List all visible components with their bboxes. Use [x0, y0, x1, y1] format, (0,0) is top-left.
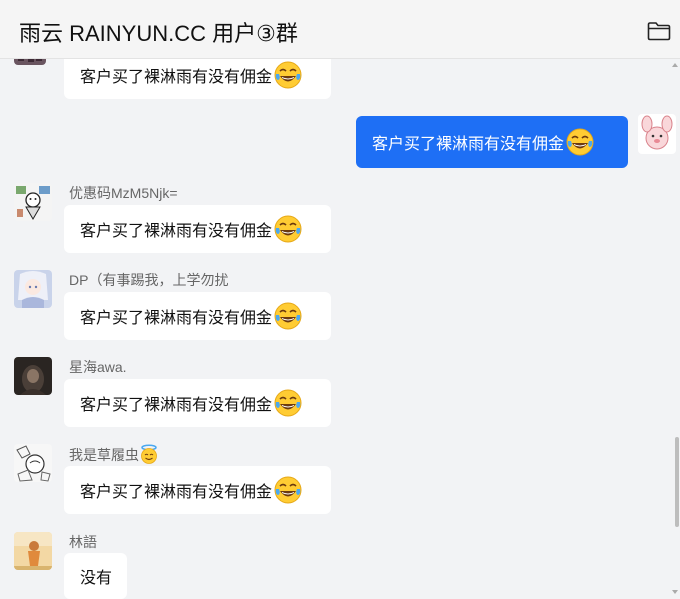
message-bubble[interactable]: 没有 [64, 553, 127, 599]
sender-name: DP（有事踢我，上学勿扰 [69, 272, 229, 288]
message-text: 客户买了裸淋雨有没有佣金 [372, 136, 565, 153]
face-with-tears-of-joy-icon [274, 215, 302, 243]
message-text: 客户买了裸淋雨有没有佣金 [80, 397, 273, 414]
message-text: 客户买了裸淋雨有没有佣金 [80, 310, 273, 327]
scroll-down-arrow[interactable] [672, 590, 678, 594]
avatar[interactable] [14, 270, 52, 308]
smiling-face-with-halo-icon [141, 444, 157, 464]
group-title: 雨云 RAINYUN.CC 用户③群 [19, 21, 298, 46]
message-bubble[interactable]: 客户买了裸淋雨有没有佣金 [64, 59, 331, 99]
avatar[interactable] [14, 183, 52, 221]
message-bubble[interactable]: 客户买了裸淋雨有没有佣金 [64, 292, 331, 340]
sender-name: 星海awa. [69, 359, 127, 375]
scrollbar-thumb[interactable] [675, 437, 679, 527]
sender-name: 优惠码MzM5Njk= [69, 185, 178, 201]
avatar[interactable] [14, 59, 46, 65]
face-with-tears-of-joy-icon [274, 476, 302, 504]
sender-name: 我是草履虫 [69, 444, 159, 465]
message-text: 客户买了裸淋雨有没有佣金 [80, 223, 273, 240]
sender-name: 林語 [69, 534, 97, 550]
message-text: 客户买了裸淋雨有没有佣金 [80, 69, 273, 86]
avatar[interactable] [14, 357, 52, 395]
self-avatar[interactable] [638, 114, 676, 154]
folder-icon[interactable] [647, 21, 671, 41]
message-list[interactable]: 客户买了裸淋雨有没有佣金 客户买了裸淋雨有没有佣金 优惠码MzM5Njk= 客户… [0, 59, 680, 599]
message-bubble[interactable]: 客户买了裸淋雨有没有佣金 [64, 205, 331, 253]
message-bubble-self[interactable]: 客户买了裸淋雨有没有佣金 [356, 116, 628, 168]
face-with-tears-of-joy-icon [274, 389, 302, 417]
avatar[interactable] [14, 532, 52, 570]
chat-header: 雨云 RAINYUN.CC 用户③群 [0, 0, 680, 59]
message-bubble[interactable]: 客户买了裸淋雨有没有佣金 [64, 466, 331, 514]
scroll-up-arrow[interactable] [672, 63, 678, 67]
message-text: 没有 [80, 570, 113, 587]
avatar[interactable] [14, 444, 52, 482]
message-bubble[interactable]: 客户买了裸淋雨有没有佣金 [64, 379, 331, 427]
face-with-tears-of-joy-icon [274, 61, 302, 89]
face-with-tears-of-joy-icon [566, 128, 594, 156]
face-with-tears-of-joy-icon [274, 302, 302, 330]
message-text: 客户买了裸淋雨有没有佣金 [80, 484, 273, 501]
